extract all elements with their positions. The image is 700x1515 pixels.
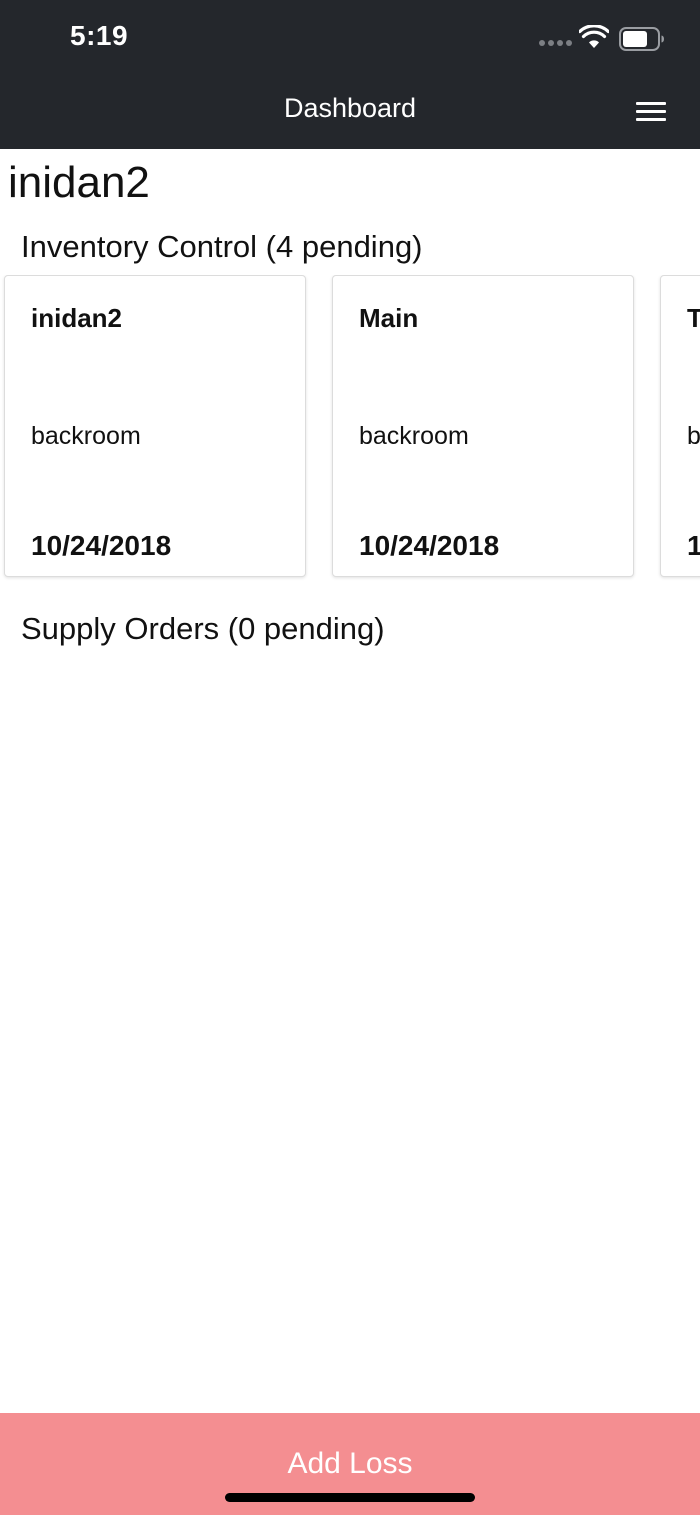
card-date: 10/24/2018 [359, 530, 500, 561]
hamburger-menu-icon[interactable] [636, 102, 666, 122]
home-indicator [225, 1493, 475, 1502]
card-title: T [687, 303, 700, 333]
card-location: backroom [31, 422, 141, 450]
card-title: Main [359, 303, 419, 333]
card-date: 10/24/2018 [31, 530, 172, 561]
user-name-heading: inidan2 [8, 158, 150, 207]
inventory-card[interactable]: Main backroom 10/24/2018 [332, 275, 634, 577]
inventory-control-heading: Inventory Control (4 pending) [21, 229, 423, 264]
wifi-icon [579, 25, 609, 48]
page-title: Dashboard [283, 93, 417, 123]
inventory-card[interactable]: inidan2 backroom 10/24/2018 [4, 275, 306, 577]
add-loss-label: Add Loss [287, 1447, 413, 1480]
card-date: 1 [687, 530, 700, 561]
top-bar: 5:19 Dashboard [0, 0, 700, 149]
cellular-signal-icon [539, 40, 572, 46]
inventory-card[interactable]: T b 1 [660, 275, 700, 577]
supply-orders-heading: Supply Orders (0 pending) [21, 611, 385, 646]
inventory-cards-carousel[interactable]: inidan2 backroom 10/24/2018 Main backroo… [0, 275, 700, 585]
status-time: 5:19 [70, 20, 129, 51]
card-location: backroom [359, 422, 469, 450]
card-title: inidan2 [31, 303, 123, 333]
battery-icon [619, 27, 664, 51]
card-location: b [687, 422, 700, 450]
